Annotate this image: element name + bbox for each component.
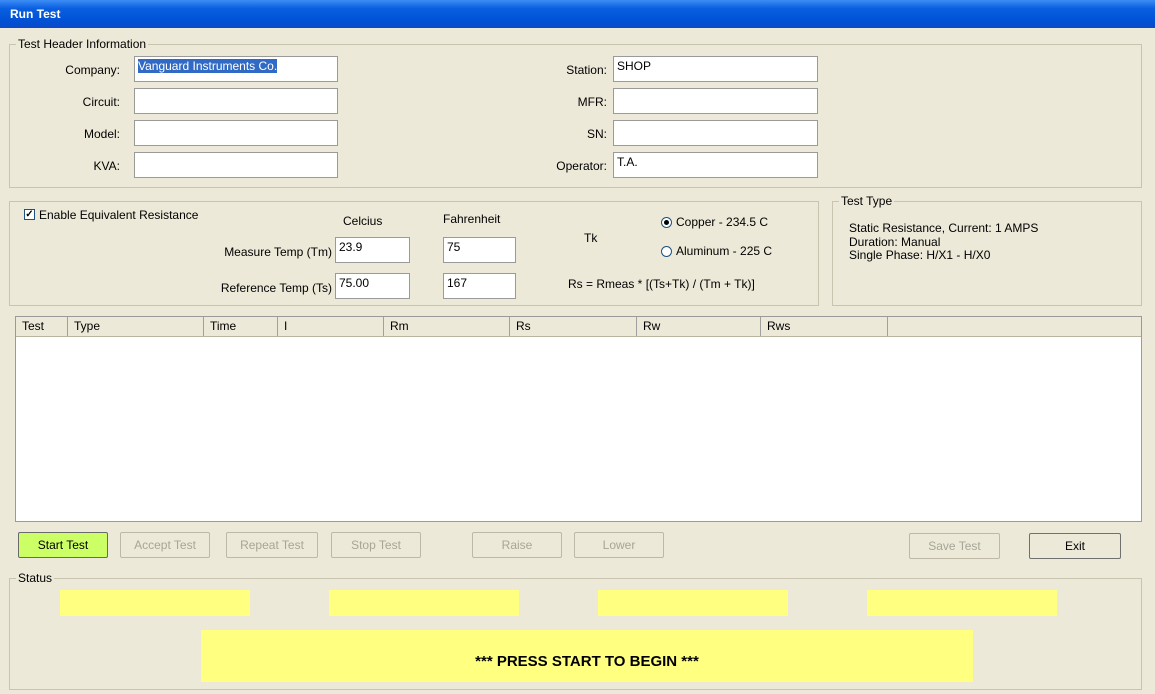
operator-label: Operator: bbox=[556, 159, 607, 173]
enable-equiv-label: Enable Equivalent Resistance bbox=[39, 208, 199, 222]
model-field[interactable] bbox=[134, 120, 338, 146]
start-test-button[interactable]: Start Test bbox=[18, 532, 108, 558]
status-message: *** PRESS START TO BEGIN *** bbox=[201, 630, 973, 682]
sn-label: SN: bbox=[586, 127, 607, 141]
test-type-line2: Duration: Manual bbox=[849, 235, 941, 249]
raise-button[interactable]: Raise bbox=[472, 532, 562, 558]
kva-label: KVA: bbox=[93, 159, 120, 173]
resistance-formula: Rs = Rmeas * [(Ts+Tk) / (Tm + Tk)] bbox=[568, 277, 755, 291]
save-test-button[interactable]: Save Test bbox=[909, 533, 1000, 559]
test-type-line1: Static Resistance, Current: 1 AMPS bbox=[849, 221, 1039, 235]
test-header-title: Test Header Information bbox=[16, 37, 149, 51]
exit-button[interactable]: Exit bbox=[1029, 533, 1121, 559]
col-rw[interactable]: Rw bbox=[637, 317, 761, 336]
mfr-field[interactable] bbox=[613, 88, 818, 114]
aluminum-radio[interactable] bbox=[661, 246, 672, 257]
results-table-header: Test Type Time I Rm Rs Rw Rws bbox=[16, 317, 1141, 337]
mfr-label: MFR: bbox=[577, 95, 607, 109]
model-label: Model: bbox=[83, 127, 120, 141]
kva-field[interactable] bbox=[134, 152, 338, 178]
fahrenheit-header: Fahrenheit bbox=[443, 212, 501, 226]
col-type[interactable]: Type bbox=[68, 317, 204, 336]
test-type-line3: Single Phase: H/X1 - H/X0 bbox=[849, 248, 991, 262]
measure-temp-fahrenheit[interactable]: 75 bbox=[443, 237, 516, 263]
col-rm[interactable]: Rm bbox=[384, 317, 510, 336]
copper-label: Copper - 234.5 C bbox=[676, 215, 769, 229]
reference-temp-label: Reference Temp (Ts) bbox=[220, 281, 332, 295]
reference-temp-celcius[interactable]: 75.00 bbox=[335, 273, 410, 299]
company-field[interactable]: Vanguard Instruments Co. bbox=[134, 56, 338, 82]
stop-test-button[interactable]: Stop Test bbox=[331, 532, 421, 558]
copper-radio[interactable] bbox=[661, 217, 672, 228]
station-field[interactable]: SHOP bbox=[613, 56, 818, 82]
status-box-3 bbox=[598, 590, 788, 616]
measure-temp-label: Measure Temp (Tm) bbox=[224, 245, 332, 259]
test-type-title: Test Type bbox=[839, 194, 895, 208]
col-rws[interactable]: Rws bbox=[761, 317, 888, 336]
col-time[interactable]: Time bbox=[204, 317, 278, 336]
sn-field[interactable] bbox=[613, 120, 818, 146]
results-table[interactable]: Test Type Time I Rm Rs Rw Rws bbox=[15, 316, 1142, 522]
status-box-4 bbox=[867, 590, 1057, 616]
col-rs[interactable]: Rs bbox=[510, 317, 637, 336]
window-title: Run Test bbox=[0, 0, 1155, 28]
circuit-label: Circuit: bbox=[82, 95, 120, 109]
tk-label: Tk bbox=[584, 231, 598, 245]
accept-test-button[interactable]: Accept Test bbox=[120, 532, 210, 558]
station-label: Station: bbox=[566, 63, 607, 77]
company-label: Company: bbox=[65, 63, 120, 77]
circuit-field[interactable] bbox=[134, 88, 338, 114]
status-title: Status bbox=[16, 571, 55, 585]
aluminum-label: Aluminum - 225 C bbox=[676, 244, 773, 258]
status-box-1 bbox=[60, 590, 250, 616]
reference-temp-fahrenheit[interactable]: 167 bbox=[443, 273, 516, 299]
measure-temp-celcius[interactable]: 23.9 bbox=[335, 237, 410, 263]
lower-button[interactable]: Lower bbox=[574, 532, 664, 558]
repeat-test-button[interactable]: Repeat Test bbox=[226, 532, 318, 558]
col-test[interactable]: Test bbox=[16, 317, 68, 336]
operator-field[interactable]: T.A. bbox=[613, 152, 818, 178]
status-box-2 bbox=[329, 590, 519, 616]
company-value: Vanguard Instruments Co. bbox=[138, 59, 278, 73]
celcius-header: Celcius bbox=[343, 214, 383, 228]
enable-equiv-checkbox[interactable]: ✓ bbox=[24, 209, 35, 220]
col-i[interactable]: I bbox=[278, 317, 384, 336]
